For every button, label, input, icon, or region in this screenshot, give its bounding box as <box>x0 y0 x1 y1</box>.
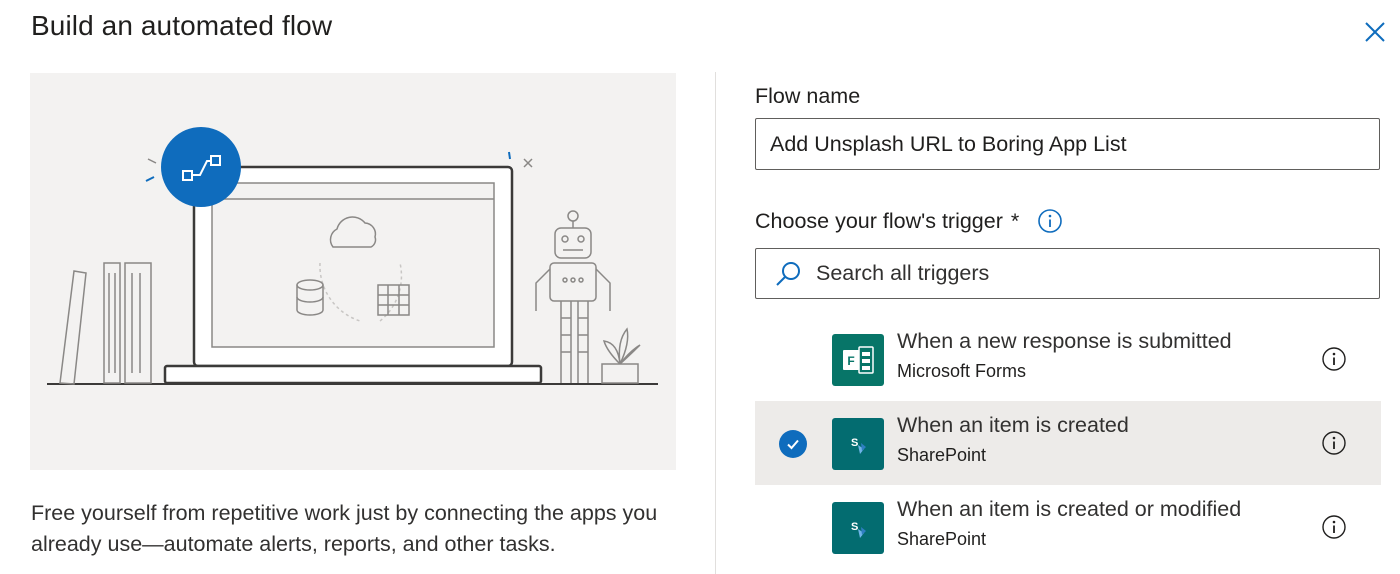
trigger-connector: SharePoint <box>897 445 987 465</box>
info-icon <box>1038 209 1063 233</box>
trigger-label: Choose your flow's trigger <box>755 208 1003 233</box>
trigger-info-button[interactable] <box>1321 346 1347 372</box>
info-icon <box>1322 515 1346 539</box>
trigger-info-button[interactable] <box>1321 430 1347 456</box>
info-icon <box>1322 347 1346 371</box>
close-icon <box>1365 22 1385 42</box>
svg-text:S: S <box>851 437 858 449</box>
trigger-info-button[interactable] <box>1321 514 1347 540</box>
trigger-connector: SharePoint <box>897 529 987 549</box>
svg-text:S: S <box>851 521 858 533</box>
dialog-title: Build an automated flow <box>31 10 333 41</box>
checkmark-icon <box>779 430 807 458</box>
flow-badge-icon <box>145 127 241 207</box>
trigger-info-button[interactable] <box>1037 208 1063 234</box>
trigger-option-forms-response[interactable]: F When a new response is submitted Micro… <box>755 317 1381 401</box>
panel-divider <box>715 72 716 574</box>
trigger-option-sharepoint-item-created[interactable]: S When an item is created SharePoint <box>755 401 1381 485</box>
microsoft-forms-icon: F <box>832 334 884 386</box>
trigger-label-group: Choose your flow's trigger * <box>755 208 1063 234</box>
search-icon <box>776 261 800 286</box>
trigger-title: When an item is created <box>897 413 1129 437</box>
trigger-connector: Microsoft Forms <box>897 361 1027 381</box>
trigger-option-sharepoint-item-created-modified[interactable]: S When an item is created or modified Sh… <box>755 485 1381 569</box>
svg-text:F: F <box>847 354 854 368</box>
trigger-search-input[interactable] <box>816 261 1356 286</box>
flow-name-label: Flow name <box>755 84 861 108</box>
flow-name-input[interactable] <box>755 118 1380 170</box>
flow-illustration <box>30 73 676 470</box>
dialog-description: Free yourself from repetitive work just … <box>31 501 658 556</box>
trigger-search-box[interactable] <box>755 248 1380 299</box>
info-icon <box>1322 431 1346 455</box>
sharepoint-icon: S <box>832 502 884 554</box>
trigger-title: When an item is created or modified <box>897 497 1242 521</box>
laptop-illustration <box>47 127 658 385</box>
required-mark: * <box>1010 208 1020 233</box>
sharepoint-icon: S <box>832 418 884 470</box>
trigger-title: When a new response is submitted <box>897 329 1232 353</box>
close-button[interactable] <box>1360 17 1390 47</box>
